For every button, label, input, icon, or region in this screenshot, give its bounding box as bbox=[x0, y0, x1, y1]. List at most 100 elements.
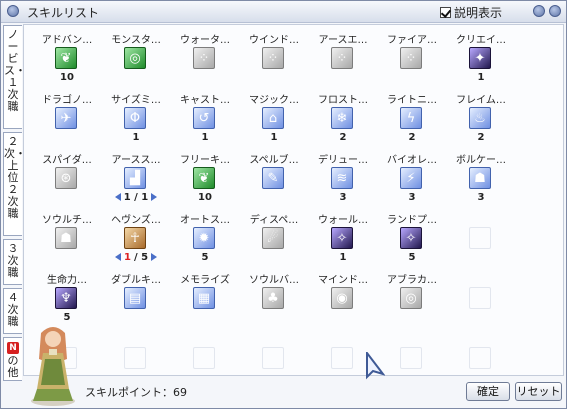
skill-slot[interactable]: スパイダ… ⊛ bbox=[34, 151, 100, 209]
skill-slot[interactable]: フリーキ… ❦ 10 bbox=[172, 151, 238, 209]
skill-slot[interactable]: ソウルバ… ♣ bbox=[241, 271, 307, 329]
level-up-icon[interactable] bbox=[151, 193, 158, 201]
seismic-icon[interactable]: Φ bbox=[124, 107, 146, 129]
auto-spell-icon[interactable]: ✹ bbox=[193, 227, 215, 249]
confirm-button[interactable]: 確定 bbox=[466, 382, 510, 401]
skill-name: バイオレ… bbox=[387, 155, 437, 166]
skill-slot[interactable]: ボルケー… ☗ 3 bbox=[448, 151, 514, 209]
level-down-icon[interactable] bbox=[114, 253, 121, 261]
skill-slot[interactable]: アースス… ▟ 1 / 1 bbox=[103, 151, 169, 209]
dispel-icon[interactable]: ☄ bbox=[262, 227, 284, 249]
tab-fourth[interactable]: ４次職 bbox=[3, 288, 22, 334]
icon-glyph: ✎ bbox=[267, 170, 279, 186]
dots-icon[interactable]: ⁘ bbox=[331, 47, 353, 69]
flame-icon[interactable]: ♨ bbox=[469, 107, 491, 129]
memorize-icon[interactable]: ▦ bbox=[193, 287, 215, 309]
earth-spike-icon[interactable]: ▟ bbox=[124, 167, 146, 189]
skill-slot[interactable]: デリュー… ≋ 3 bbox=[310, 151, 376, 209]
skill-slot[interactable]: モンスタ… ◎ bbox=[103, 31, 169, 89]
skill-slot[interactable]: ヘヴンズ… ☥ 1/ 5 bbox=[103, 211, 169, 269]
level-down-icon[interactable] bbox=[114, 193, 121, 201]
level-up-icon[interactable] bbox=[151, 253, 158, 261]
target-icon[interactable]: ◎ bbox=[124, 47, 146, 69]
magic-house-icon[interactable]: ⌂ bbox=[262, 107, 284, 129]
skill-level: 1 / 1 bbox=[123, 192, 149, 203]
heavens-icon[interactable]: ☥ bbox=[124, 227, 146, 249]
skill-level: 2 bbox=[477, 132, 485, 143]
skill-name: ウォール… bbox=[318, 215, 368, 226]
double-cast-icon[interactable]: ▤ bbox=[124, 287, 146, 309]
skill-level-current: 1 bbox=[123, 252, 131, 263]
reset-button[interactable]: リセット bbox=[515, 382, 562, 401]
skill-slot[interactable]: アブラカ… ◎ bbox=[379, 271, 445, 329]
checkbox-icon[interactable] bbox=[439, 7, 451, 18]
skill-slot[interactable]: ウォータ… ⁘ bbox=[172, 31, 238, 89]
skill-slot[interactable]: バイオレ… ⚡ 3 bbox=[379, 151, 445, 209]
tab-other[interactable]: N の他 bbox=[3, 337, 22, 381]
cast-icon[interactable]: ↺ bbox=[193, 107, 215, 129]
skill-slot[interactable]: ウインド… ⁘ bbox=[241, 31, 307, 89]
violent-icon[interactable]: ⚡ bbox=[400, 167, 422, 189]
skill-slot[interactable]: クリエイ… ✦ 1 bbox=[448, 31, 514, 89]
skill-slot[interactable]: ファイア… ⁘ bbox=[379, 31, 445, 89]
skill-slot[interactable]: メモライズ ▦ bbox=[172, 271, 238, 329]
wall-icon[interactable]: ✧ bbox=[331, 227, 353, 249]
skill-slot[interactable]: マインド… ◉ bbox=[310, 271, 376, 329]
skill-name: モンスタ… bbox=[111, 35, 161, 46]
tab-second-trans[interactable]: ２次・上位２次職 bbox=[3, 132, 26, 236]
mind-icon[interactable]: ◉ bbox=[331, 287, 353, 309]
skill-name: ソウルチ… bbox=[42, 215, 92, 226]
skill-name: ファイア… bbox=[387, 35, 437, 46]
skill-slot[interactable]: ドラゴノ… ✈ bbox=[34, 91, 100, 149]
tab-novice-first[interactable]: ノービス・１次職 bbox=[3, 25, 26, 129]
skill-slot[interactable]: キャスト… ↺ 1 bbox=[172, 91, 238, 149]
spell-icon[interactable]: ✎ bbox=[262, 167, 284, 189]
skill-slot[interactable]: オートス… ✹ 5 bbox=[172, 211, 238, 269]
window-menu-icon[interactable] bbox=[7, 5, 19, 17]
dots-icon[interactable]: ⁘ bbox=[400, 47, 422, 69]
icon-glyph: ≋ bbox=[336, 170, 348, 186]
show-description-toggle[interactable]: 説明表示 bbox=[439, 4, 502, 21]
dots-icon[interactable]: ⁘ bbox=[262, 47, 284, 69]
skill-slot[interactable]: アドバン… ❦ 10 bbox=[34, 31, 100, 89]
volcano-icon[interactable]: ☗ bbox=[469, 167, 491, 189]
skill-slot[interactable]: スペルブ… ✎ bbox=[241, 151, 307, 209]
skill-slot[interactable]: ディスペ… ☄ bbox=[241, 211, 307, 269]
skill-slot[interactable]: ウォール… ✧ 1 bbox=[310, 211, 376, 269]
icon-glyph: ⁘ bbox=[198, 50, 210, 66]
skill-slot[interactable]: ライトニ… ϟ 2 bbox=[379, 91, 445, 149]
frost-icon[interactable]: ❄ bbox=[331, 107, 353, 129]
skill-slot[interactable]: サイズミ… Φ 1 bbox=[103, 91, 169, 149]
skill-slot[interactable] bbox=[448, 211, 514, 269]
skill-slot[interactable]: フロスト… ❄ 2 bbox=[310, 91, 376, 149]
title-bar[interactable]: スキルリスト 説明表示 bbox=[1, 1, 566, 23]
dragon-icon[interactable]: ✈ bbox=[55, 107, 77, 129]
skill-slot[interactable]: マジック… ⌂ 1 bbox=[241, 91, 307, 149]
creature-icon[interactable]: ✦ bbox=[469, 47, 491, 69]
skill-slot[interactable]: フレイム… ♨ 2 bbox=[448, 91, 514, 149]
abracadabra-icon[interactable]: ◎ bbox=[400, 287, 422, 309]
spider-web-icon[interactable]: ⊛ bbox=[55, 167, 77, 189]
skill-slot[interactable]: ソウルチ… ☗ bbox=[34, 211, 100, 269]
icon-glyph: ⚡ bbox=[406, 170, 416, 186]
soul-icon[interactable]: ☗ bbox=[55, 227, 77, 249]
lightning-icon[interactable]: ϟ bbox=[400, 107, 422, 129]
tab-third[interactable]: ３次職 bbox=[3, 239, 22, 285]
skill-slot[interactable]: ダブルキ… ▤ bbox=[103, 271, 169, 329]
skill-slot[interactable]: アースエ… ⁘ bbox=[310, 31, 376, 89]
minimize-icon[interactable] bbox=[533, 5, 545, 17]
deluge-icon[interactable]: ≋ bbox=[331, 167, 353, 189]
icon-glyph: ⁘ bbox=[405, 50, 417, 66]
skill-points: スキルポイント：69 bbox=[85, 386, 187, 399]
green-leaf-icon[interactable]: ❦ bbox=[193, 167, 215, 189]
close-icon[interactable] bbox=[549, 5, 561, 17]
icon-glyph: ✈ bbox=[60, 110, 72, 126]
green-leaf-icon[interactable]: ❦ bbox=[55, 47, 77, 69]
skill-slot[interactable] bbox=[448, 271, 514, 329]
soul-burn-icon[interactable]: ♣ bbox=[262, 287, 284, 309]
skill-slot[interactable]: ランドプ… ✧ 5 bbox=[379, 211, 445, 269]
skill-name: マジック… bbox=[249, 95, 299, 106]
dots-icon[interactable]: ⁘ bbox=[193, 47, 215, 69]
land-protector-icon[interactable]: ✧ bbox=[400, 227, 422, 249]
life-icon[interactable]: ♆ bbox=[55, 287, 77, 309]
